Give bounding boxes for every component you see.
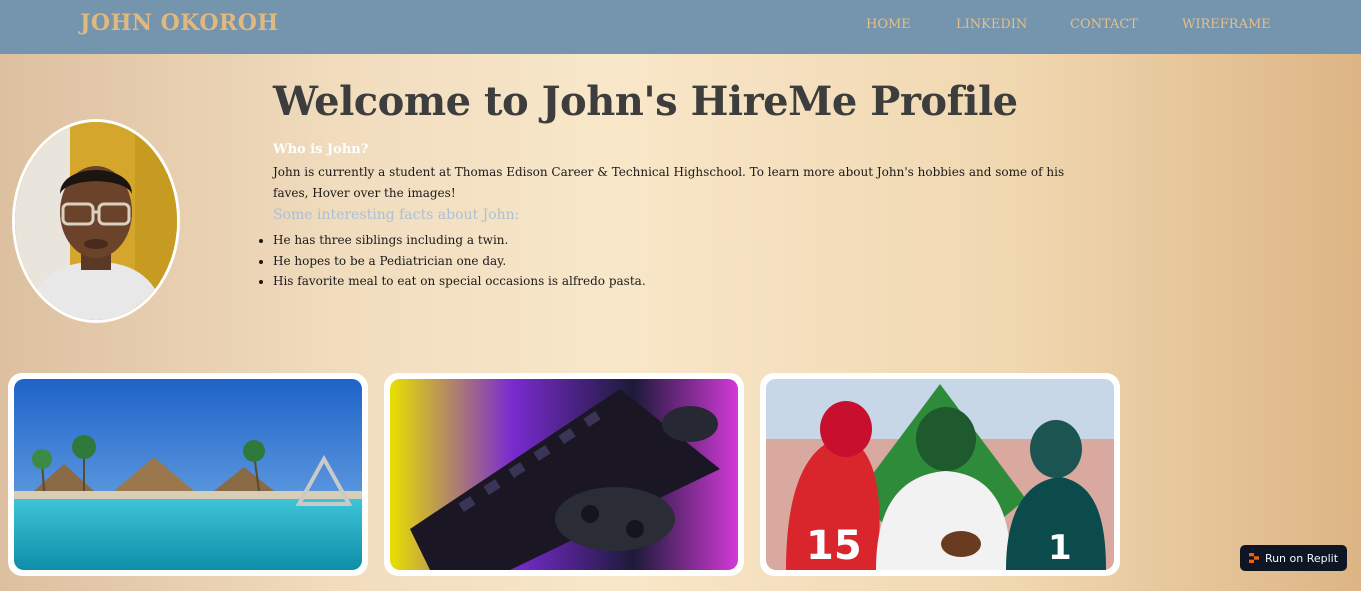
- resort-pool-image[interactable]: [14, 379, 362, 570]
- brand-name[interactable]: JOHN OKOROH: [80, 10, 279, 36]
- hobby-card-resort[interactable]: [8, 373, 368, 576]
- football-players-image[interactable]: 15 1: [766, 379, 1114, 570]
- profile-avatar: [12, 119, 180, 323]
- nav-link-linkedin[interactable]: LINKEDIN: [956, 17, 1027, 32]
- nav-link-wireframe[interactable]: WIREFRAME: [1182, 17, 1271, 32]
- replit-label: Run on Replit: [1264, 551, 1339, 565]
- gaming-keyboard-controller-image[interactable]: [390, 379, 738, 570]
- replit-icon: [1248, 553, 1259, 563]
- list-item: His favorite meal to eat on special occa…: [273, 271, 646, 292]
- profile-description: John is currently a student at Thomas Ed…: [273, 165, 1065, 200]
- run-on-replit-button[interactable]: Run on Replit: [1240, 545, 1347, 571]
- nav-link-contact[interactable]: CONTACT: [1070, 17, 1138, 32]
- nav-link-home[interactable]: HOME: [866, 17, 911, 32]
- svg-text:15: 15: [806, 523, 862, 569]
- page-title: Welcome to John's HireMe Profile: [273, 78, 1018, 125]
- facts-list: He has three siblings including a twin. …: [257, 230, 646, 292]
- list-item: He has three siblings including a twin.: [273, 230, 646, 251]
- facts-heading: Some interesting facts about John:: [273, 207, 520, 223]
- who-heading: Who is John?: [273, 142, 369, 157]
- svg-text:1: 1: [1048, 528, 1072, 568]
- list-item: He hopes to be a Pediatrician one day.: [273, 251, 646, 272]
- hobby-card-gaming[interactable]: [384, 373, 744, 576]
- hobby-card-football[interactable]: 15 1: [760, 373, 1120, 576]
- navbar: JOHN OKOROH HOME LINKEDIN CONTACT WIREFR…: [0, 0, 1361, 54]
